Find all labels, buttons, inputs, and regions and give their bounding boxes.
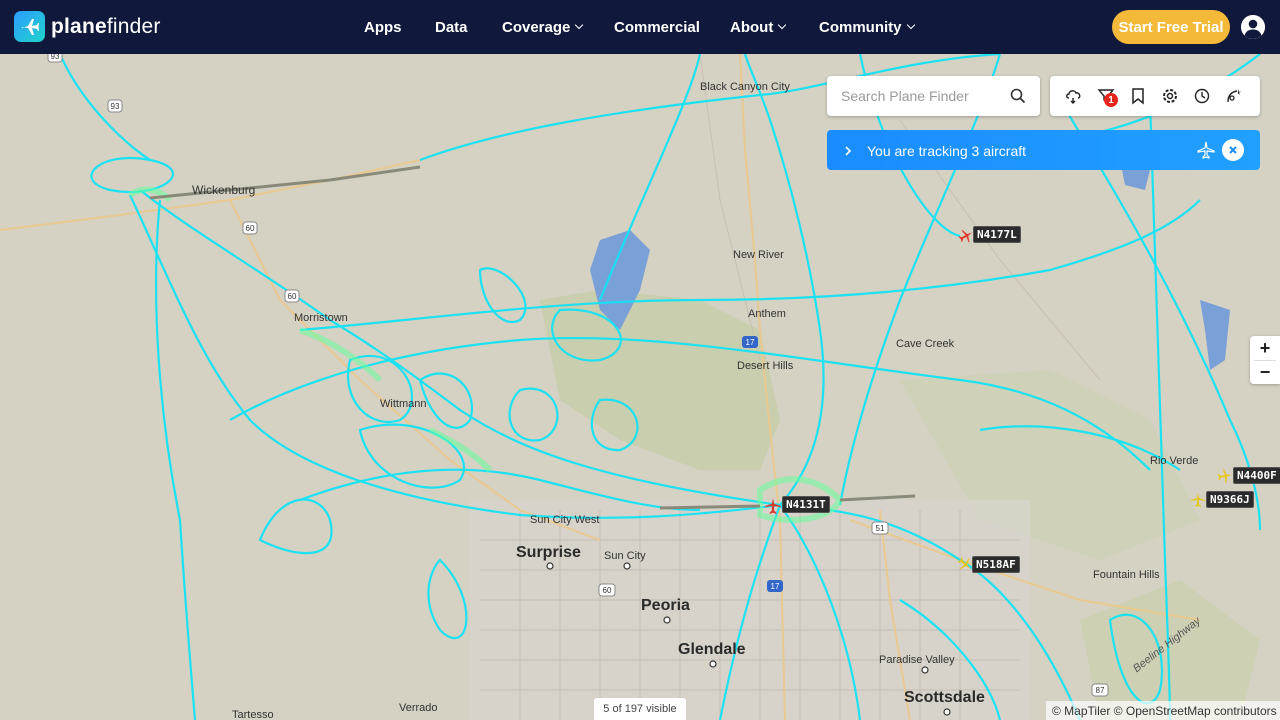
chevron-down-icon [778, 20, 787, 30]
place-label: Sun City West [530, 514, 600, 526]
close-tracking-button[interactable] [1222, 139, 1244, 161]
plane-yellow-icon [1191, 493, 1205, 507]
zoom-out-button[interactable]: − [1250, 360, 1280, 384]
place-label: Morristown [294, 312, 348, 324]
search-bar [827, 76, 1040, 116]
nav-apps[interactable]: Apps [364, 19, 402, 36]
aircraft-callsign-n4131t[interactable]: N4131T [782, 496, 830, 513]
plane-yellow-icon [957, 557, 971, 570]
nav-community-label: Community [819, 18, 902, 36]
road-shield-label: 51 [876, 524, 885, 533]
place-label: Wickenburg [192, 183, 256, 197]
road-shield-label: 87 [1096, 686, 1105, 695]
bookmark-icon[interactable] [1128, 86, 1148, 106]
road-shield-label: 93 [111, 102, 120, 111]
road-shield-label: 60 [603, 586, 612, 595]
plane-outline-icon [1196, 140, 1216, 165]
place-label: New River [733, 249, 784, 261]
user-account-icon[interactable] [1241, 15, 1265, 39]
place-label: Cave Creek [896, 338, 955, 350]
chevron-right-icon[interactable] [843, 144, 853, 162]
map-toolbar [1050, 76, 1260, 116]
settings-icon[interactable] [1160, 86, 1180, 106]
place-label: Black Canyon City [700, 81, 790, 93]
weather-icon[interactable] [1064, 86, 1084, 106]
place-label: Paradise Valley [879, 654, 955, 666]
road-shield-label: 60 [288, 292, 297, 301]
zoom-in-button[interactable]: + [1250, 336, 1280, 360]
place-label: Wittmann [380, 398, 427, 410]
plane-logo-icon [14, 11, 45, 42]
map-attribution[interactable]: © MapTiler © OpenStreetMap contributors [1046, 701, 1280, 720]
nav-coverage[interactable]: Coverage [502, 18, 584, 36]
city-label: Scottsdale [904, 689, 985, 706]
brand-logo-link[interactable]: planefinder [14, 11, 161, 42]
nav-data[interactable]: Data [435, 19, 468, 36]
filter-count-badge: 1 [1104, 93, 1118, 107]
aircraft-callsign-n9366j[interactable]: N9366J [1206, 491, 1254, 508]
place-label: Fountain Hills [1093, 569, 1160, 581]
plane-red-icon [765, 498, 781, 514]
nav-apps-label: Apps [364, 18, 402, 36]
city-label: Glendale [678, 641, 746, 658]
history-icon[interactable] [1192, 86, 1212, 106]
road-shield-label: 60 [246, 224, 255, 233]
top-navigation-bar: planefinder Apps Data Coverage Commercia… [0, 0, 1280, 54]
place-label: Anthem [748, 308, 786, 320]
nav-about-label: About [730, 18, 774, 36]
start-free-trial-button[interactable]: Start Free Trial [1112, 10, 1230, 44]
road-shield-label: 17 [771, 582, 780, 591]
nav-about[interactable]: About [730, 18, 787, 36]
nav-coverage-label: Coverage [502, 18, 571, 36]
place-label: Tartesso [232, 709, 274, 720]
place-label: Sun City [604, 550, 646, 562]
nav-commercial-label: Commercial [614, 18, 700, 36]
chevron-down-icon [906, 20, 915, 30]
nav-data-label: Data [435, 18, 468, 36]
aircraft-callsign-n4400f[interactable]: N4400F [1233, 467, 1280, 484]
search-input[interactable] [841, 88, 1001, 104]
search-icon[interactable] [1010, 88, 1026, 109]
road-shield-label: 93 [51, 54, 60, 61]
city-label: Peoria [641, 597, 690, 614]
ar-view-icon[interactable] [1224, 86, 1244, 106]
nav-community[interactable]: Community [819, 18, 915, 36]
place-label: Desert Hills [737, 360, 794, 372]
zoom-controls: + − [1250, 336, 1280, 384]
aircraft-callsign-n4177l[interactable]: N4177L [973, 226, 1021, 243]
city-label: Surprise [516, 544, 581, 561]
plane-red-icon [958, 229, 973, 243]
nav-commercial[interactable]: Commercial [614, 19, 700, 36]
visible-aircraft-count: 5 of 197 visible [594, 698, 686, 720]
close-icon [1229, 146, 1237, 154]
road-shield-label: 17 [746, 338, 755, 347]
place-label: Rio Verde [1150, 455, 1199, 467]
chevron-down-icon [575, 20, 584, 30]
place-label: Verrado [399, 702, 438, 714]
aircraft-callsign-n518af[interactable]: N518AF [972, 556, 1020, 573]
tracking-banner[interactable]: You are tracking 3 aircraft [827, 130, 1260, 170]
tracking-text: You are tracking 3 aircraft [867, 143, 1027, 159]
plane-yellow-icon [1217, 469, 1232, 484]
brand-name: planefinder [51, 14, 161, 38]
